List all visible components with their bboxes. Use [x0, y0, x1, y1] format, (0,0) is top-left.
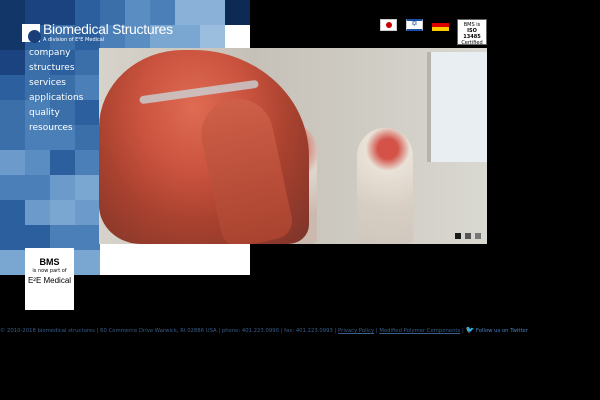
nav-item-company[interactable]: company	[22, 46, 83, 61]
mosaic-tile	[0, 225, 25, 250]
mosaic-tile	[75, 225, 100, 250]
nav-item-resources[interactable]: resources	[22, 121, 83, 136]
background-window	[427, 52, 487, 162]
nav-item-services[interactable]: services	[22, 76, 83, 91]
footer: © 2010-2018 biomedical structures | 60 C…	[0, 326, 600, 334]
slider-dot[interactable]	[475, 233, 481, 239]
privacy-policy-link[interactable]: Privacy Policy	[338, 328, 374, 334]
mosaic-tile	[175, 0, 200, 25]
language-flags	[380, 19, 449, 31]
modified-polymer-link[interactable]: Modified Polymer Components	[379, 328, 460, 334]
iso-line-3: Certified	[461, 40, 483, 46]
mosaic-tile	[50, 200, 75, 225]
nav-item-structures[interactable]: structures	[22, 61, 83, 76]
israel-flag-icon[interactable]	[406, 19, 423, 31]
mosaic-tile	[75, 150, 100, 175]
mosaic-tile	[25, 175, 50, 200]
iso-certification-badge[interactable]: BMS is ISO 13485 Certified	[457, 19, 487, 46]
logo-mark-icon	[22, 23, 41, 43]
mosaic-tile	[0, 250, 25, 275]
badge-company: E²E Medical	[27, 276, 72, 285]
footer-separator: |	[461, 328, 464, 334]
mosaic-tile	[25, 225, 50, 250]
mosaic-tile	[225, 25, 250, 50]
mosaic-tile	[75, 175, 100, 200]
japan-flag-icon[interactable]	[380, 19, 397, 31]
mosaic-tile	[150, 250, 175, 275]
main-nav: company structures services applications…	[22, 46, 83, 136]
mosaic-tile	[125, 250, 150, 275]
mosaic-tile	[75, 200, 100, 225]
mosaic-tile	[25, 200, 50, 225]
mosaic-tile	[0, 150, 25, 175]
mosaic-tile	[100, 250, 125, 275]
mosaic-tile	[50, 150, 75, 175]
mosaic-tile	[0, 200, 25, 225]
mosaic-tile	[200, 250, 225, 275]
mosaic-tile	[225, 0, 250, 25]
logo[interactable]: Biomedical Structures A division of E²E …	[22, 22, 173, 43]
mosaic-tile	[200, 0, 225, 25]
mosaic-tile	[175, 250, 200, 275]
mosaic-tile	[50, 225, 75, 250]
logo-name: Biomedical Structures	[43, 21, 173, 37]
twitter-link[interactable]: Follow us on Twitter	[476, 328, 528, 334]
iso-line-2: ISO 13485	[463, 28, 481, 40]
germany-flag-icon[interactable]	[432, 19, 449, 31]
slider-dots	[455, 233, 481, 239]
badge-bms: BMS	[39, 257, 60, 267]
hero-image	[99, 48, 487, 244]
footer-separator: |	[375, 328, 378, 334]
background-skeleton-model	[357, 128, 413, 244]
nav-item-applications[interactable]: applications	[22, 91, 83, 106]
mosaic-tile	[225, 250, 250, 275]
e2e-medical-badge[interactable]: BMS is now part of E²E Medical	[25, 248, 74, 310]
mosaic-tile	[50, 175, 75, 200]
mosaic-tile	[175, 25, 200, 50]
nav-item-quality[interactable]: quality	[22, 106, 83, 121]
logo-subtitle: A division of E²E Medical	[43, 37, 105, 43]
footer-contact: © 2010-2018 biomedical structures | 60 C…	[0, 328, 337, 334]
twitter-bird-icon[interactable]: 🐦	[465, 326, 474, 334]
mosaic-tile	[25, 150, 50, 175]
badge-subtitle: is now part of	[32, 268, 67, 274]
slider-dot[interactable]	[465, 233, 471, 239]
mosaic-tile	[75, 250, 100, 275]
mosaic-tile	[200, 25, 225, 50]
slider-dot[interactable]	[455, 233, 461, 239]
mosaic-tile	[0, 175, 25, 200]
